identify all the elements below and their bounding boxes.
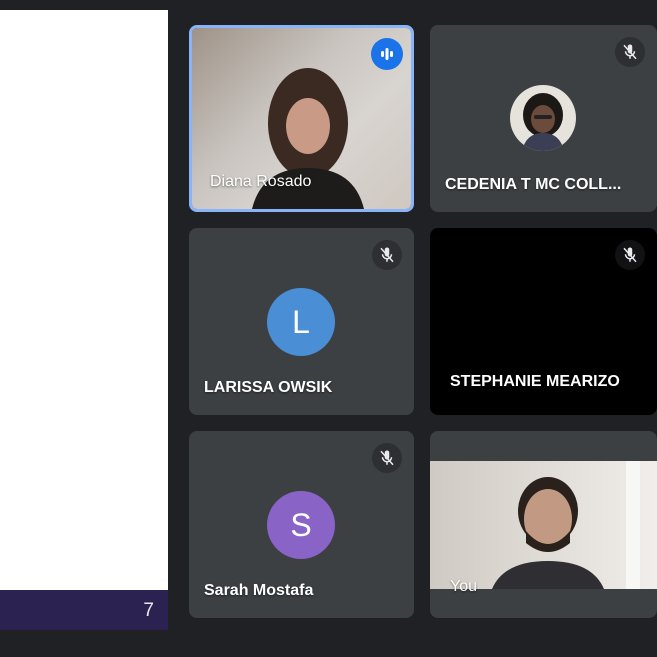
participant-tile-sarah-mostafa[interactable]: S Sarah Mostafa [189,431,414,618]
participant-name: Sarah Mostafa [204,582,314,599]
avatar: L [267,288,335,356]
speaking-indicator-icon [371,38,403,70]
avatar-letter: L [292,303,310,340]
participant-name: You [450,578,477,595]
participant-name: STEPHANIE MEARIZO [450,373,620,390]
participant-tile-diana-rosado[interactable]: Diana Rosado [189,25,414,212]
participant-name: CEDENIA T MC COLL... [445,176,622,193]
page-number: 7 [143,600,154,621]
participant-tile-stephanie-mearizo[interactable]: STEPHANIE MEARIZO [430,228,657,415]
participant-name: LARISSA OWSIK [204,379,333,396]
person-silhouette [492,461,640,589]
avatar [510,85,576,151]
mic-off-icon [372,443,402,473]
avatar-letter: S [290,506,312,543]
participant-name: Diana Rosado [210,173,312,190]
participant-tile-cedenia[interactable]: CEDENIA T MC COLL... [430,25,657,212]
participant-tile-you[interactable]: You [430,431,657,618]
mic-off-icon [372,240,402,270]
avatar: S [267,491,335,559]
mic-off-icon [615,37,645,67]
presentation-view[interactable]: 7 [0,10,168,630]
presentation-footer: 7 [0,590,168,630]
participant-video [430,461,657,589]
participant-tile-larissa-owsik[interactable]: L LARISSA OWSIK [189,228,414,415]
mic-off-icon [615,240,645,270]
